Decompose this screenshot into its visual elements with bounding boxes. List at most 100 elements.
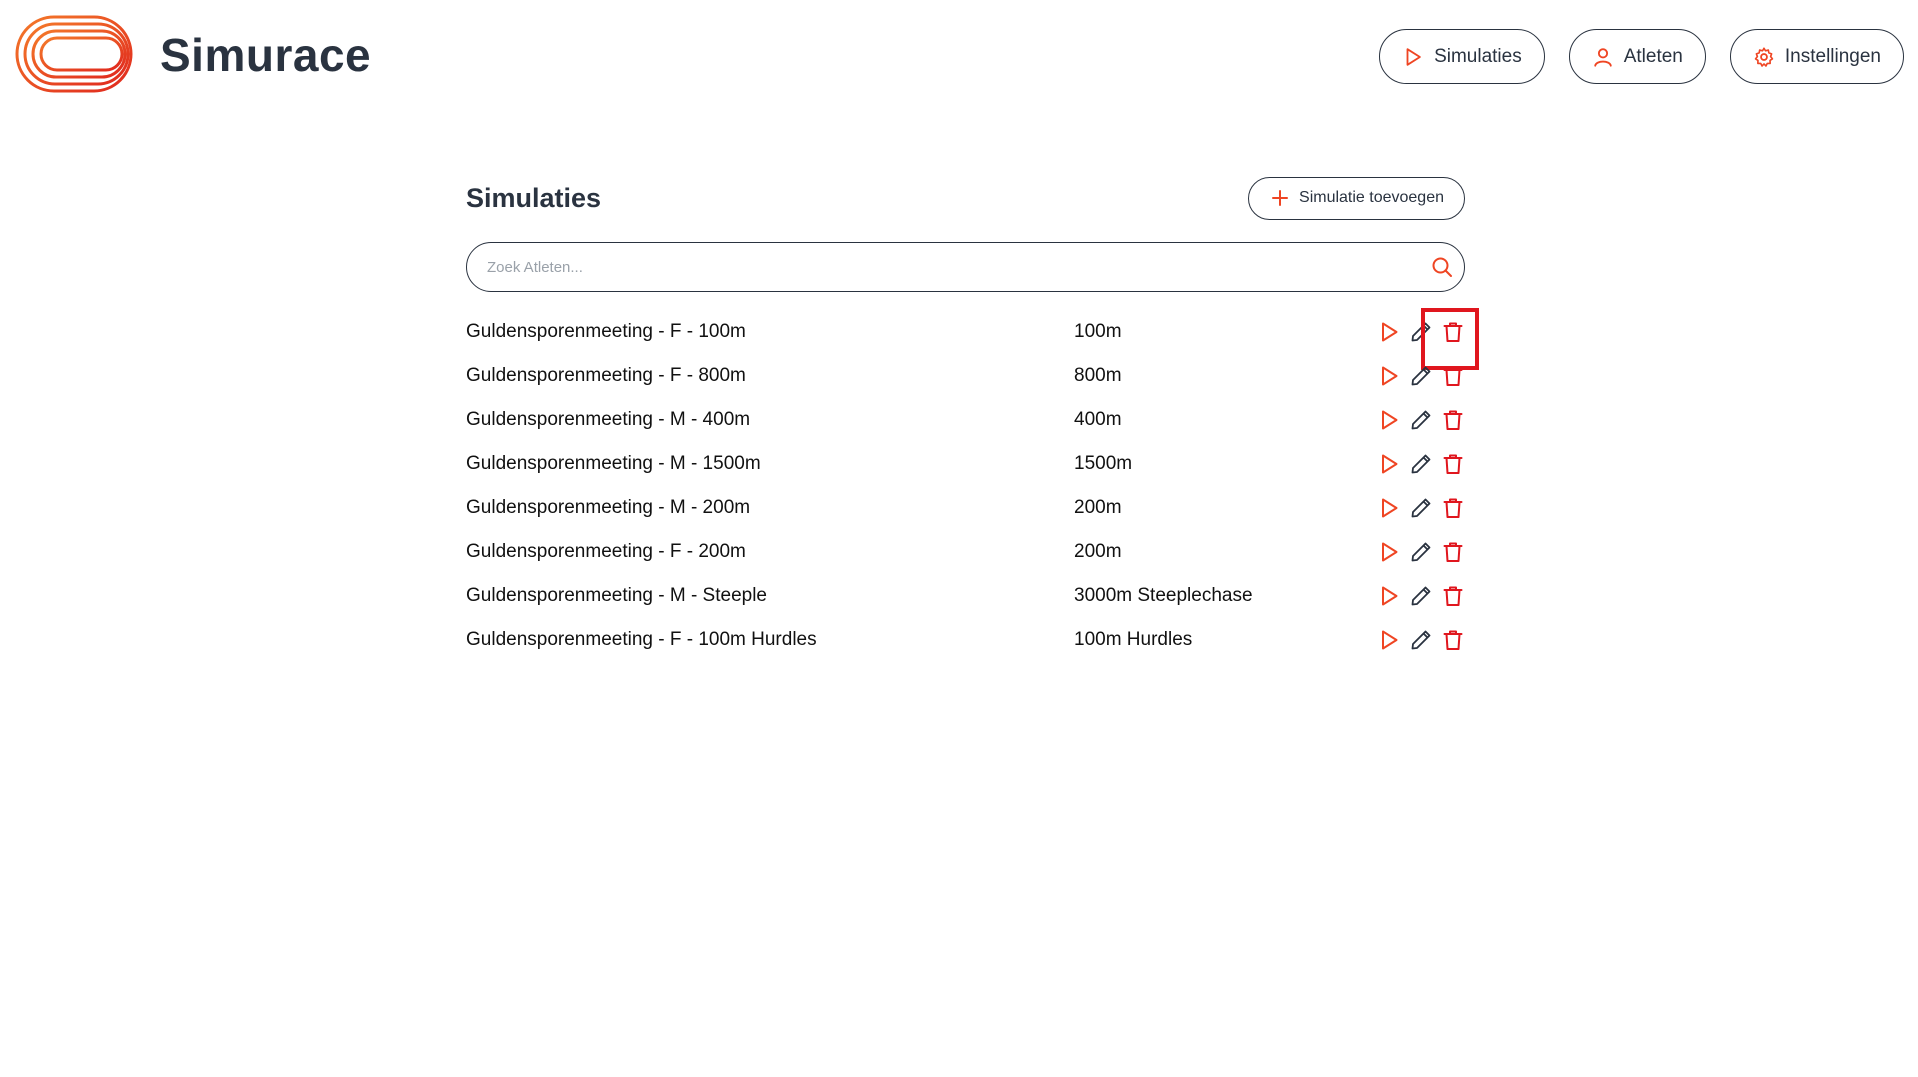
simulation-list: Guldensporenmeeting - F - 100m 100m Gulden… (466, 308, 1479, 662)
row-actions (1382, 496, 1465, 520)
play-button[interactable] (1377, 364, 1401, 388)
table-row: Guldensporenmeeting - F - 800m 800m (466, 354, 1465, 398)
row-actions (1382, 452, 1465, 476)
nav-instellingen-button[interactable]: Instellingen (1729, 29, 1904, 84)
simulation-name: Guldensporenmeeting - F - 100m (466, 321, 746, 342)
plus-icon (1272, 190, 1289, 206)
simulation-distance: 200m (1074, 497, 1122, 518)
table-row: Guldensporenmeeting - M - 200m 200m (466, 486, 1465, 530)
pencil-icon (1409, 364, 1433, 388)
delete-button[interactable] (1441, 364, 1465, 388)
table-row: Guldensporenmeeting - F - 100m Hurdles 10… (466, 618, 1465, 662)
pencil-icon (1409, 320, 1433, 344)
simulation-name: Guldensporenmeeting - M - 400m (466, 409, 751, 430)
trash-icon (1441, 408, 1465, 432)
table-row: Guldensporenmeeting - M - 1500m 1500m (466, 442, 1465, 486)
play-icon (1377, 408, 1401, 432)
simulation-distance: 400m (1074, 409, 1122, 430)
track-logo-icon (15, 15, 133, 93)
delete-button[interactable] (1441, 628, 1465, 652)
row-actions (1382, 540, 1465, 564)
search-icon[interactable] (1430, 255, 1454, 279)
nav-atleten-button[interactable]: Atleten (1568, 29, 1706, 84)
table-row: Guldensporenmeeting - M - Steeple 3000m S… (466, 574, 1465, 618)
simulation-name: Guldensporenmeeting - M - 200m (466, 497, 751, 518)
trash-icon (1441, 628, 1465, 652)
delete-button[interactable] (1441, 496, 1465, 520)
pencil-icon (1409, 496, 1433, 520)
delete-button[interactable] (1441, 452, 1465, 476)
pencil-icon (1409, 584, 1433, 608)
edit-button[interactable] (1409, 584, 1433, 608)
delete-button[interactable] (1441, 584, 1465, 608)
trash-icon (1441, 584, 1465, 608)
page-title: Simulaties (466, 182, 602, 213)
table-row: Guldensporenmeeting - F - 200m 200m (466, 530, 1465, 574)
edit-button[interactable] (1409, 540, 1433, 564)
simulation-name: Guldensporenmeeting - F - 800m (466, 365, 746, 386)
trash-icon (1441, 320, 1465, 344)
simulation-distance: 800m (1074, 365, 1122, 386)
play-icon (1406, 47, 1421, 66)
gear-icon (1754, 46, 1774, 67)
simulation-name: Guldensporenmeeting - F - 200m (466, 541, 746, 562)
add-simulation-button[interactable]: Simulatie toevoegen (1248, 176, 1465, 220)
simulation-name: Guldensporenmeeting - M - 1500m (466, 453, 761, 474)
simulation-name: Guldensporenmeeting - F - 100m Hurdles (466, 629, 817, 650)
play-button[interactable] (1377, 452, 1401, 476)
play-icon (1377, 320, 1401, 344)
edit-button[interactable] (1409, 364, 1433, 388)
brand-name: Simurace (160, 29, 372, 81)
play-button[interactable] (1377, 408, 1401, 432)
nav-simulaties-label: Simulaties (1434, 45, 1522, 67)
row-actions (1382, 364, 1465, 388)
delete-button[interactable] (1441, 320, 1465, 344)
trash-icon (1441, 452, 1465, 476)
edit-button[interactable] (1409, 452, 1433, 476)
row-actions (1382, 584, 1465, 608)
edit-button[interactable] (1409, 408, 1433, 432)
play-icon (1377, 452, 1401, 476)
table-row: Guldensporenmeeting - F - 100m 100m (466, 308, 1479, 370)
trash-icon (1441, 364, 1465, 388)
simulation-distance: 100m Hurdles (1074, 629, 1193, 650)
nav-simulaties-button[interactable]: Simulaties (1379, 29, 1545, 84)
simulation-name: Guldensporenmeeting - M - Steeple (466, 585, 767, 606)
page-header: Simulaties Simulatie toevoegen (466, 176, 1465, 220)
play-icon (1377, 496, 1401, 520)
play-button[interactable] (1377, 496, 1401, 520)
simulation-distance: 1500m (1074, 453, 1133, 474)
delete-button[interactable] (1441, 408, 1465, 432)
top-nav: Simulaties Atleten Instellingen (1379, 29, 1904, 84)
nav-atleten-label: Atleten (1623, 45, 1683, 67)
table-row: Guldensporenmeeting - M - 400m 400m (466, 398, 1465, 442)
pencil-icon (1409, 628, 1433, 652)
play-icon (1377, 584, 1401, 608)
play-button[interactable] (1377, 628, 1401, 652)
search-bar (466, 242, 1465, 292)
edit-button[interactable] (1409, 320, 1433, 344)
main-content: Simulaties Simulatie toevoegen Guldenspo… (466, 176, 1479, 662)
trash-icon (1441, 496, 1465, 520)
row-actions (1382, 408, 1465, 432)
edit-button[interactable] (1409, 496, 1433, 520)
row-actions (1382, 308, 1479, 370)
simulation-distance: 3000m Steeplechase (1074, 585, 1253, 606)
simurace-logo[interactable] (14, 14, 138, 96)
pencil-icon (1409, 540, 1433, 564)
play-button[interactable] (1377, 584, 1401, 608)
play-icon (1377, 364, 1401, 388)
play-button[interactable] (1377, 540, 1401, 564)
row-actions (1382, 628, 1465, 652)
play-icon (1377, 628, 1401, 652)
delete-button[interactable] (1441, 540, 1465, 564)
play-button[interactable] (1377, 320, 1401, 344)
pencil-icon (1409, 452, 1433, 476)
trash-icon (1441, 540, 1465, 564)
search-input[interactable] (487, 258, 1430, 276)
edit-button[interactable] (1409, 628, 1433, 652)
user-icon (1594, 47, 1612, 67)
simulation-distance: 200m (1074, 541, 1122, 562)
nav-instellingen-label: Instellingen (1784, 45, 1881, 67)
add-simulation-label: Simulatie toevoegen (1299, 189, 1444, 206)
